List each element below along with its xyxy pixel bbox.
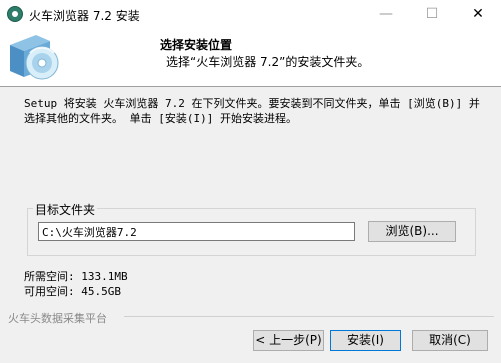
instructions-text: Setup 将安装 火车浏览器 7.2 在下列文件夹。要安装到不同文件夹，单击 … [24,97,480,125]
installer-window: 火车浏览器 7.2 安装 — ☐ ✕ 选择安装位置 选择“火车浏览器 7.2”的… [0,0,501,363]
destination-label: 目标文件夹 [33,201,98,218]
app-icon [7,6,23,22]
space-available: 可用空间: 45.5GB [24,285,121,298]
page-subtitle: 选择“火车浏览器 7.2”的安装文件夹。 [166,55,370,69]
destination-path-input[interactable]: C:\火车浏览器7.2 [38,222,355,241]
header-panel: 选择安装位置 选择“火车浏览器 7.2”的安装文件夹。 [0,29,501,87]
installer-disc-icon [10,35,59,80]
install-button[interactable]: 安装(I) [330,330,401,351]
title-bar: 火车浏览器 7.2 安装 — ☐ ✕ [0,0,501,29]
page-title: 选择安装位置 [160,38,233,52]
footer-divider [124,316,494,317]
space-required: 所需空间: 133.1MB [24,270,128,283]
minimize-button[interactable]: — [363,0,409,29]
cancel-button[interactable]: 取消(C) [412,330,488,351]
maximize-button[interactable]: ☐ [409,0,455,29]
close-button[interactable]: ✕ [455,0,501,29]
brand-text: 火车头数据采集平台 [8,312,107,325]
window-title: 火车浏览器 7.2 安装 [29,9,140,23]
back-button[interactable]: < 上一步(P) [253,330,324,351]
browse-button[interactable]: 浏览(B)... [368,221,456,242]
